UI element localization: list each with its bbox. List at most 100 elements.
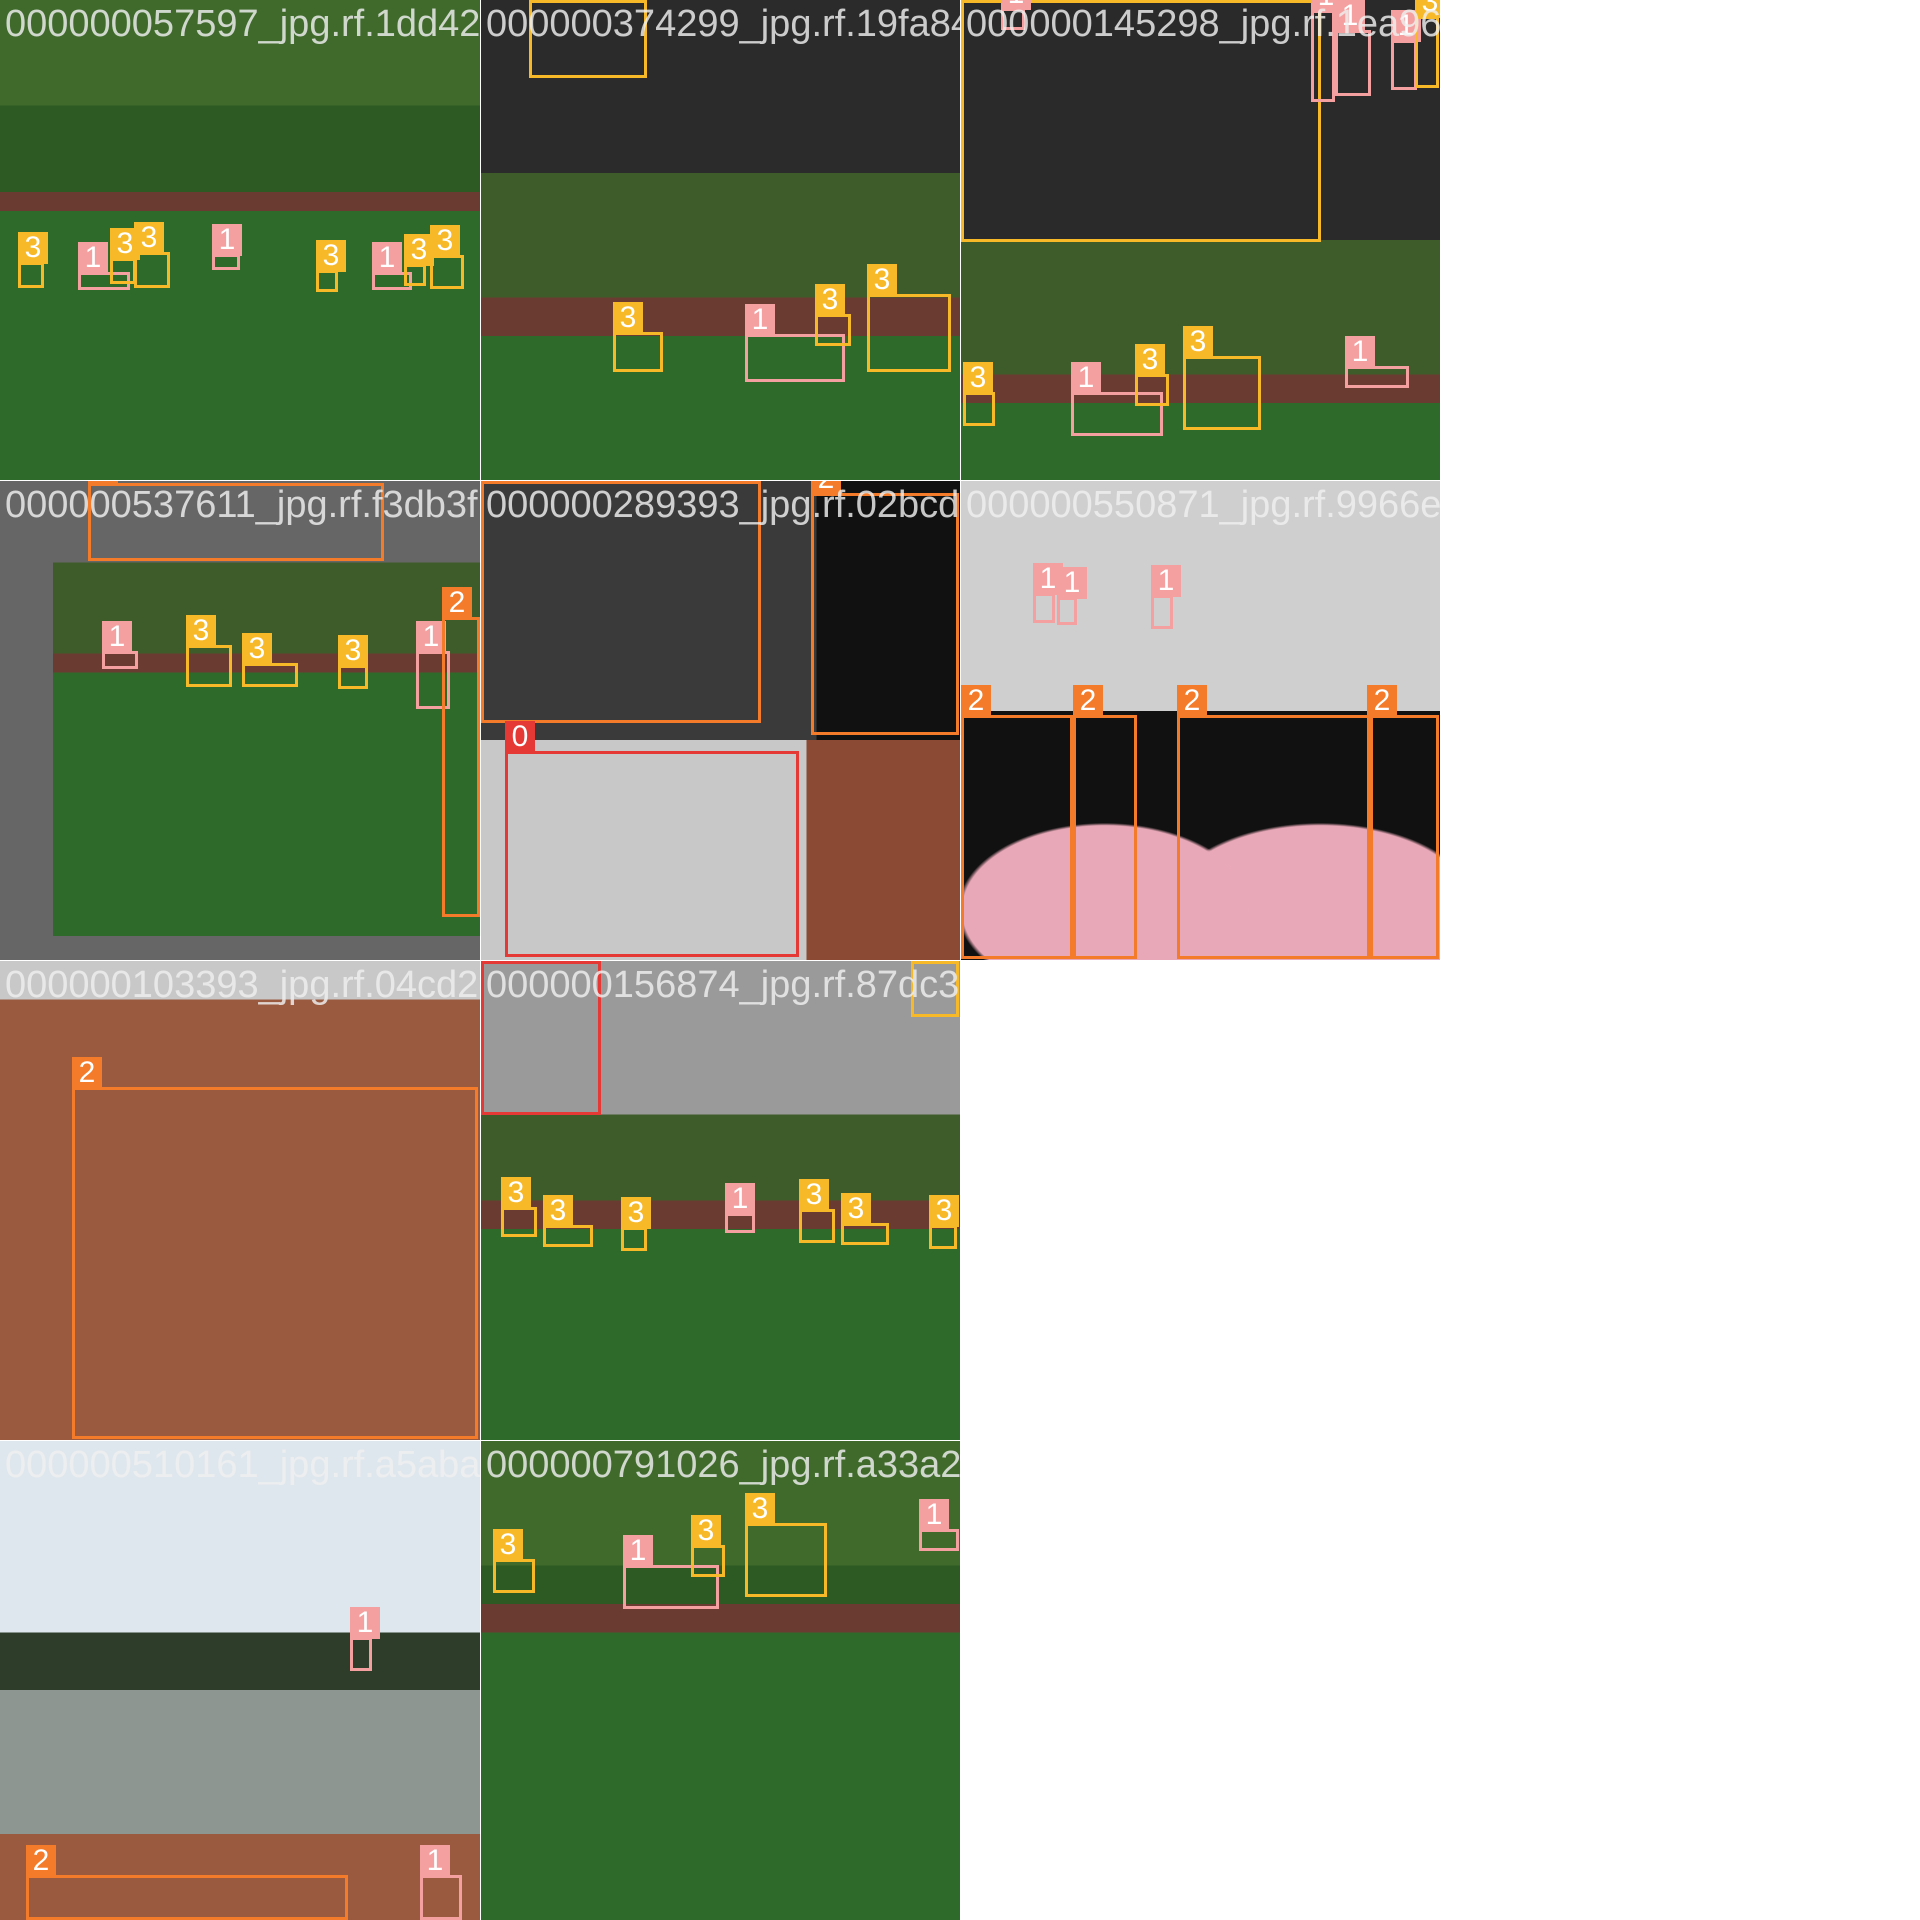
tile: 000000537611_jpg.rf.f3db3f 2 1 3 3 3 1 2 bbox=[0, 481, 480, 960]
class-label: 3 bbox=[242, 633, 272, 665]
bbox: 3 bbox=[841, 1193, 889, 1245]
image-filename: 000000145298_jpg.rf.1ea9655130f3de871685 bbox=[966, 3, 1440, 45]
bbox: 3 bbox=[404, 234, 434, 286]
bbox: 3 bbox=[338, 635, 368, 689]
class-label: 3 bbox=[815, 284, 845, 316]
bbox: 3 bbox=[1183, 326, 1261, 430]
class-label: 3 bbox=[493, 1529, 523, 1561]
mosaic-grid: 000000057597_jpg.rf.1dd42f 3 1 3 3 1 3 1… bbox=[0, 0, 1920, 1920]
class-label: 1 bbox=[78, 242, 108, 274]
class-label: 3 bbox=[867, 264, 897, 296]
class-label: 1 bbox=[725, 1183, 755, 1215]
tile: 000000791026_jpg.rf.a33a21b08ba047f0e6e1… bbox=[481, 1441, 960, 1920]
tile: 000000510161_jpg.rf.a5aba 1 2 1 bbox=[0, 1441, 480, 1920]
bbox: 2 bbox=[1177, 685, 1373, 959]
bbox: 3 bbox=[186, 615, 232, 687]
tile: 000000057597_jpg.rf.1dd42f 3 1 3 3 1 3 1… bbox=[0, 0, 480, 480]
tile: 000000289393_jpg.rf.02bcd 2 0 2 bbox=[481, 481, 960, 960]
bbox: 3 bbox=[110, 228, 140, 284]
class-label: 3 bbox=[799, 1179, 829, 1211]
bbox: 3 bbox=[691, 1515, 725, 1577]
class-label: 3 bbox=[18, 232, 48, 264]
bbox: 2 bbox=[1073, 685, 1137, 959]
tile: 000000550871_jpg.rf.9966ee75fa1c5fe3a81c… bbox=[961, 481, 1440, 960]
class-label: 2 bbox=[26, 1845, 56, 1877]
class-label: 1 bbox=[420, 1845, 450, 1877]
bbox: 3 bbox=[493, 1529, 535, 1593]
bbox: 3 bbox=[799, 1179, 835, 1243]
class-label: 1 bbox=[623, 1535, 653, 1567]
bbox: 3 bbox=[134, 222, 170, 288]
bbox: 3 bbox=[501, 1177, 537, 1237]
bbox: 1 bbox=[350, 1607, 380, 1671]
class-label: 3 bbox=[621, 1197, 651, 1229]
bbox: 3 bbox=[613, 302, 663, 372]
bbox: 1 bbox=[1345, 336, 1409, 388]
class-label: 3 bbox=[543, 1195, 573, 1227]
tile: 000000145298_jpg.rf.1ea9655130f3de871685… bbox=[961, 0, 1440, 480]
bbox: 2 bbox=[72, 1057, 478, 1439]
class-label: 3 bbox=[338, 635, 368, 667]
scene-soccer bbox=[481, 1441, 960, 1920]
tile: 000000103393_jpg.rf.04cd2 2 bbox=[0, 961, 480, 1440]
class-label: 1 bbox=[1151, 565, 1181, 597]
class-label: 1 bbox=[372, 242, 402, 274]
class-label: 2 bbox=[1073, 685, 1103, 717]
class-label: 1 bbox=[102, 621, 132, 653]
image-filename: 000000057597_jpg.rf.1dd42f bbox=[5, 3, 480, 45]
class-label: 0 bbox=[481, 961, 511, 963]
class-label: 3 bbox=[841, 1193, 871, 1225]
image-filename: 000000103393_jpg.rf.04cd2 bbox=[5, 964, 479, 1006]
class-label: 3 bbox=[1183, 326, 1213, 358]
bbox: 3 bbox=[242, 633, 298, 687]
bbox: 1 bbox=[102, 621, 138, 669]
class-label: 2 bbox=[961, 685, 991, 717]
class-label: 3 bbox=[1135, 344, 1165, 376]
class-label: 1 bbox=[745, 304, 775, 336]
class-label: 2 bbox=[1177, 685, 1207, 717]
class-label: 3 bbox=[613, 302, 643, 334]
class-label: 3 bbox=[316, 240, 346, 272]
class-label: 3 bbox=[529, 0, 559, 2]
image-filename: 000000537611_jpg.rf.f3db3f bbox=[5, 484, 478, 526]
class-label: 3 bbox=[963, 362, 993, 394]
class-label: 2 bbox=[481, 481, 511, 483]
bbox: 2 bbox=[961, 685, 1073, 959]
image-filename: 000000374299_jpg.rf.19fa84 bbox=[486, 3, 960, 45]
bbox: 3 bbox=[745, 1493, 827, 1597]
class-label: 1 bbox=[350, 1607, 380, 1639]
bbox: 0 bbox=[505, 721, 799, 957]
class-label: 2 bbox=[1367, 685, 1397, 717]
bbox: 3 bbox=[316, 240, 346, 292]
bbox: 3 bbox=[430, 225, 464, 289]
class-label: 0 bbox=[505, 721, 535, 753]
bbox: 1 bbox=[919, 1499, 959, 1551]
bbox: 3 bbox=[867, 264, 951, 372]
class-label: 3 bbox=[929, 1195, 959, 1227]
bbox: 3 bbox=[815, 284, 851, 346]
class-label: 3 bbox=[430, 225, 460, 257]
bbox: 3 bbox=[1135, 344, 1169, 406]
bbox: 1 bbox=[212, 224, 242, 270]
class-label: 1 bbox=[1345, 336, 1375, 368]
bbox: 2 bbox=[811, 481, 959, 735]
scene-skate bbox=[0, 1441, 480, 1920]
bbox: 3 bbox=[929, 1195, 959, 1249]
class-label: 3 bbox=[186, 615, 216, 647]
image-filename: 000000156874_jpg.rf.87dc355c51d8024f1698 bbox=[486, 964, 960, 1006]
image-filename: 000000791026_jpg.rf.a33a21b08ba047f0e6e1 bbox=[486, 1444, 960, 1486]
bbox: 1 bbox=[1057, 567, 1087, 625]
tile: 000000374299_jpg.rf.19fa84 3 3 1 3 3 bbox=[481, 0, 960, 480]
class-label: 2 bbox=[72, 1057, 102, 1089]
class-label: 2 bbox=[442, 587, 472, 619]
bbox: 1 bbox=[1151, 565, 1181, 629]
class-label: 1 bbox=[1057, 567, 1087, 599]
bbox: 2 bbox=[1367, 685, 1439, 959]
class-label: 3 bbox=[691, 1515, 721, 1547]
bbox: 1 bbox=[420, 1845, 462, 1920]
class-label: 3 bbox=[501, 1177, 531, 1209]
bbox: 1 bbox=[1033, 563, 1063, 623]
bbox: 3 bbox=[621, 1197, 651, 1251]
image-filename: 000000510161_jpg.rf.a5aba bbox=[5, 1444, 480, 1486]
class-label: 3 bbox=[961, 0, 991, 2]
